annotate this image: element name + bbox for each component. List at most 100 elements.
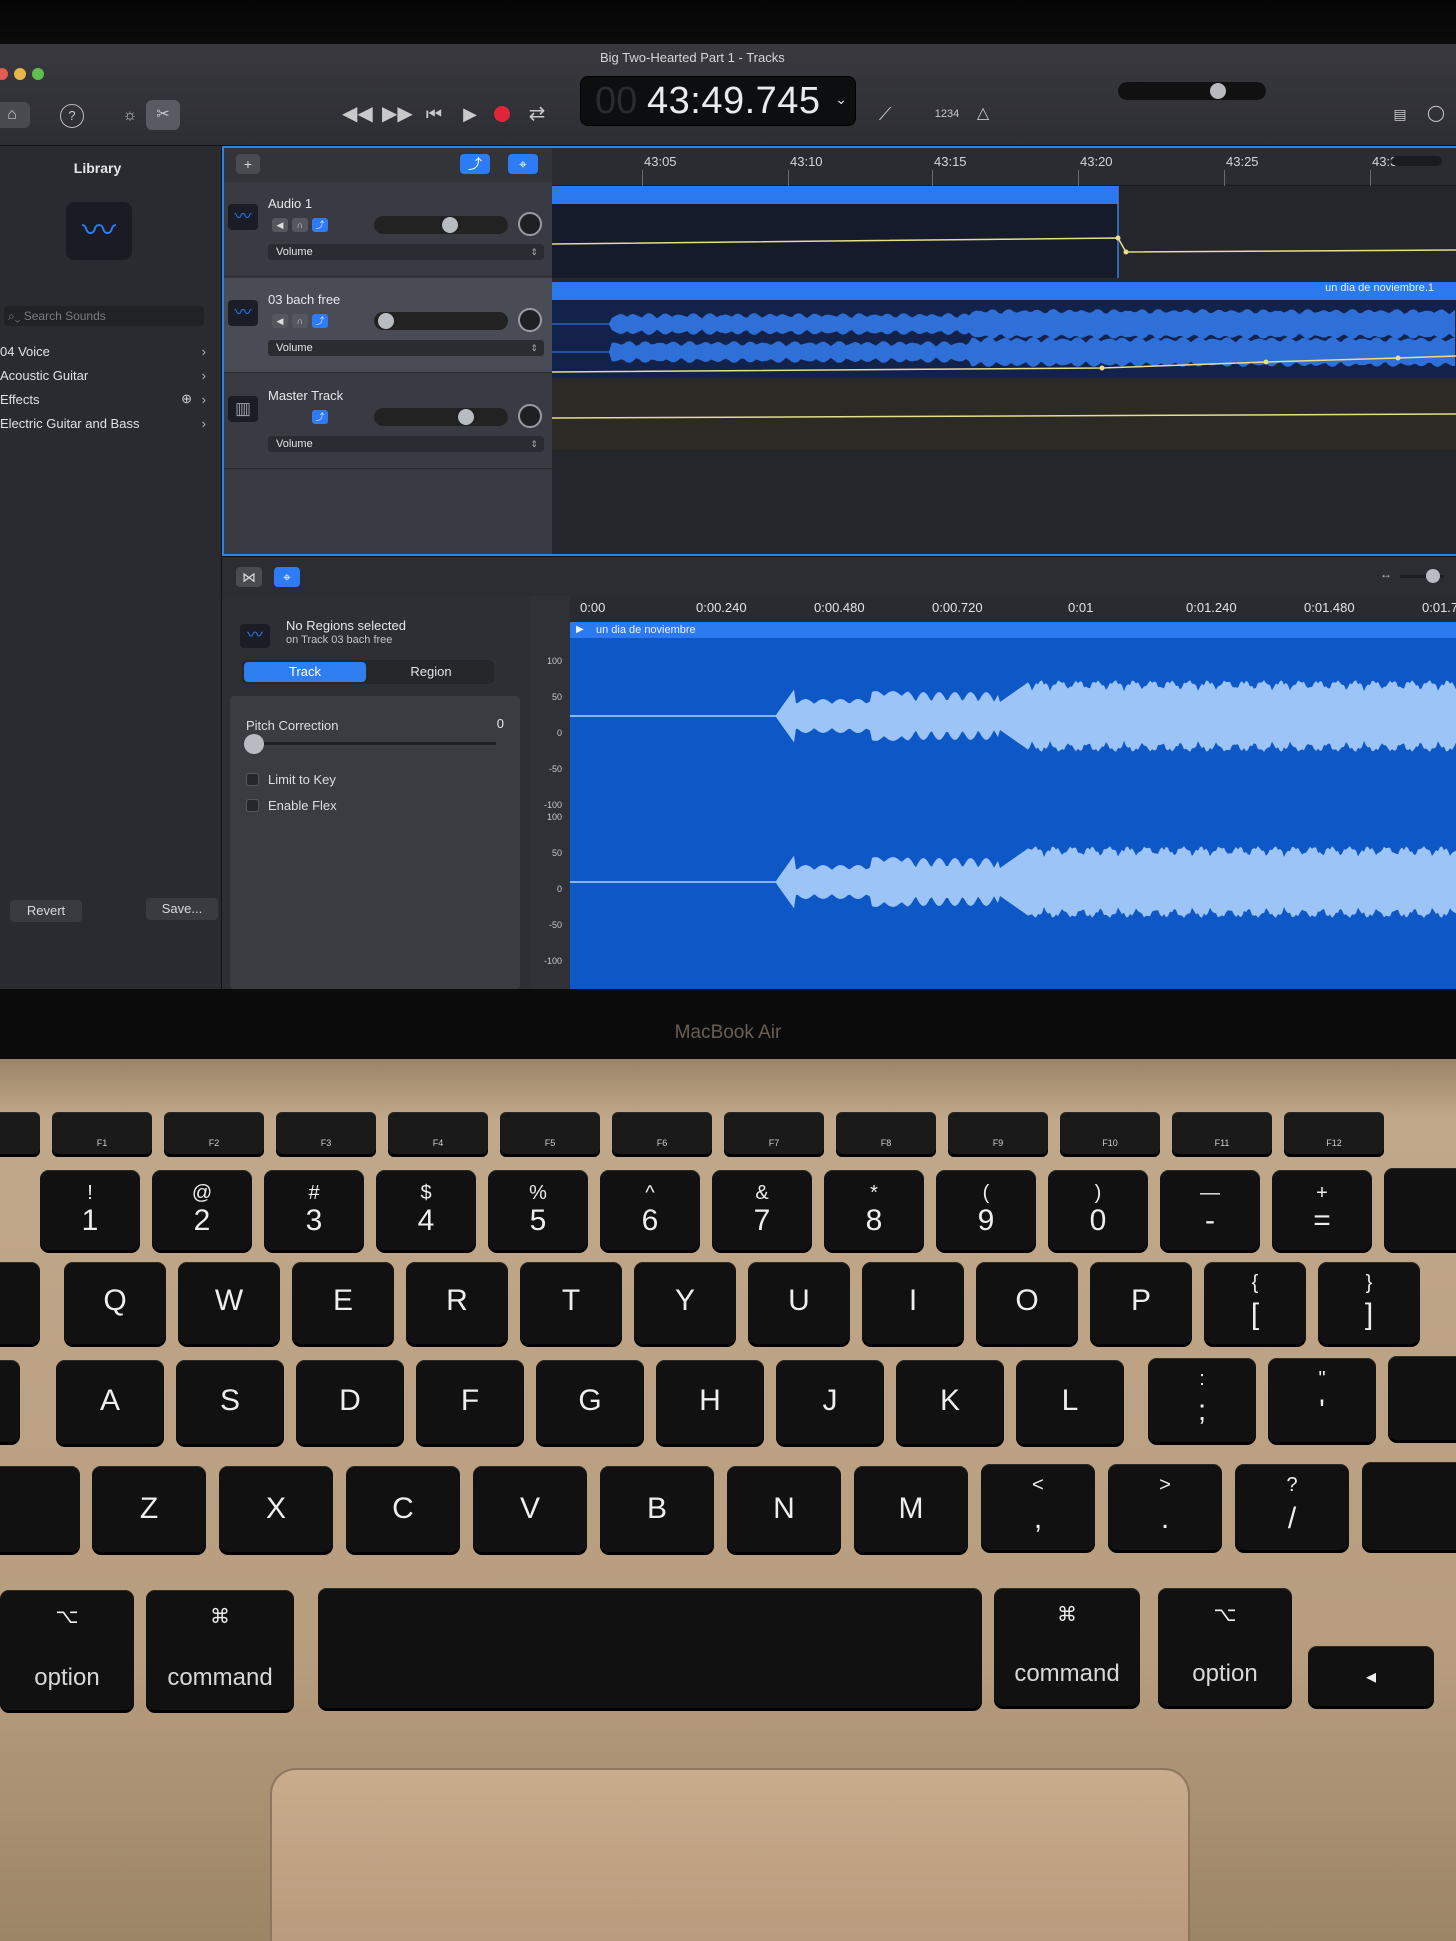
automation-select[interactable]: Volume ⇕ (268, 340, 544, 356)
key-r[interactable]: R (406, 1262, 508, 1344)
lcd-display[interactable]: 00 43:49.745 ⌄ (580, 76, 856, 126)
track-master[interactable]: ▥ Master Track ⤴ Volume ⇕ (224, 374, 552, 469)
key-4[interactable]: $4 (376, 1170, 476, 1250)
key-u[interactable]: U (748, 1262, 850, 1344)
track-03-bach-free[interactable]: 〰 03 bach free ◀ ∩ ⤴ Volume ⇕ (224, 278, 552, 373)
key-f2[interactable]: F2 (164, 1112, 264, 1154)
key-1[interactable]: ! 1 (40, 1170, 140, 1250)
track-audio-1[interactable]: 〰 Audio 1 ◀ ∩ ⤴ Volume ⇕ (224, 182, 552, 277)
track-automation-button[interactable]: ⤴ (312, 410, 328, 424)
key-t[interactable]: T (520, 1262, 622, 1344)
key-f4[interactable]: F4 (388, 1112, 488, 1154)
checkbox[interactable] (246, 799, 259, 812)
editor-ruler[interactable]: 0:00 0:00.240 0:00.480 0:00.720 0:01 0:0… (570, 596, 1456, 622)
key-m[interactable]: M (854, 1466, 968, 1552)
library-item-voice[interactable]: 04 Voice › (0, 344, 212, 359)
key-return[interactable] (1388, 1356, 1456, 1440)
key-command-left[interactable]: ⌘ command (146, 1590, 294, 1710)
key-f3[interactable]: F3 (276, 1112, 376, 1154)
key-y[interactable]: Y (634, 1262, 736, 1344)
key-f6[interactable]: F6 (612, 1112, 712, 1154)
key-9[interactable]: (9 (936, 1170, 1036, 1250)
revert-button[interactable]: Revert (10, 900, 82, 922)
key-0[interactable]: ) 0 (1048, 1170, 1148, 1250)
slider-knob[interactable] (1210, 83, 1226, 99)
key-f12[interactable]: F12 (1284, 1112, 1384, 1154)
automation-button[interactable]: ⤴ (460, 154, 490, 174)
track-automation-button[interactable]: ⤴ (312, 218, 328, 232)
cycle-button[interactable]: ⇄ (524, 102, 550, 126)
key-8[interactable]: * 8 (824, 1170, 924, 1250)
key-e[interactable]: E (292, 1262, 394, 1344)
tab-track[interactable]: Track (244, 662, 366, 682)
key-shift-left[interactable] (0, 1466, 80, 1552)
slider-knob[interactable] (458, 409, 474, 425)
key-f9[interactable]: F9 (948, 1112, 1048, 1154)
key-5[interactable]: % 5 (488, 1170, 588, 1250)
save-button[interactable]: Save... (146, 898, 218, 920)
key-2[interactable]: @2 (152, 1170, 252, 1250)
fast-forward-button[interactable]: ▶▶ (382, 102, 413, 126)
add-track-button[interactable]: + (236, 154, 260, 174)
key-f10[interactable]: F10 (1060, 1112, 1160, 1154)
key-space[interactable] (318, 1588, 982, 1708)
key-l[interactable]: L (1016, 1360, 1124, 1444)
automation-select[interactable]: Volume ⇕ (268, 436, 544, 452)
slider-knob[interactable] (1426, 569, 1440, 583)
key-tab[interactable] (0, 1262, 40, 1344)
key-v[interactable]: V (473, 1466, 587, 1552)
key-delete[interactable] (1384, 1168, 1456, 1250)
key-f8[interactable]: F8 (836, 1112, 936, 1154)
rewind-button[interactable]: ◀◀ (342, 102, 373, 126)
smart-controls-tab[interactable]: ⋈ (236, 567, 262, 587)
key-z[interactable]: Z (92, 1466, 206, 1552)
key-punct-bottom-2[interactable]: ? / (1235, 1464, 1349, 1550)
record-button[interactable] (494, 106, 510, 122)
key-option-left[interactable]: ⌥ option (0, 1590, 134, 1710)
editors-button[interactable]: ✂ (146, 100, 180, 130)
slider-knob[interactable] (244, 734, 264, 754)
mute-button[interactable]: ◀ (272, 314, 288, 328)
close-window-button[interactable] (0, 68, 8, 80)
trackpad[interactable] (270, 1768, 1190, 1941)
track-automation-button[interactable]: ⤴ (312, 314, 328, 328)
slider-knob[interactable] (442, 217, 458, 233)
key-g[interactable]: G (536, 1360, 644, 1444)
key-p[interactable]: P (1090, 1262, 1192, 1344)
chevron-down-icon[interactable]: ⌄ (835, 91, 847, 108)
slider-knob[interactable] (378, 313, 394, 329)
key-command-right[interactable]: ⌘ command (994, 1588, 1140, 1706)
lane-03-bach-free[interactable]: un dia de noviembre.1 (551, 282, 1456, 378)
key-sc[interactable]: sc (0, 1112, 40, 1154)
key-f5[interactable]: F5 (500, 1112, 600, 1154)
minimize-window-button[interactable] (14, 68, 26, 80)
play-button[interactable]: ▶ (458, 102, 482, 126)
solo-button[interactable]: ∩ (292, 218, 308, 232)
smart-controls-button[interactable]: ☼ (118, 104, 142, 128)
solo-button[interactable]: ∩ (292, 314, 308, 328)
key-6[interactable]: ^ 6 (600, 1170, 700, 1250)
key-option-right[interactable]: ⌥ option (1158, 1588, 1292, 1706)
enable-flex-checkbox[interactable]: Enable Flex (246, 798, 446, 814)
key-caps[interactable] (0, 1360, 20, 1442)
key-=[interactable]: + = (1272, 1170, 1372, 1250)
key-7[interactable]: & 7 (712, 1170, 812, 1250)
zoom-window-button[interactable] (32, 68, 44, 80)
pan-knob[interactable] (518, 308, 542, 332)
key-w[interactable]: W (178, 1262, 280, 1344)
track-volume-slider[interactable] (374, 408, 508, 426)
library-toggle-button[interactable]: ⌂ (0, 102, 30, 128)
key-k[interactable]: K (896, 1360, 1004, 1444)
key-n[interactable]: N (727, 1466, 841, 1552)
help-button[interactable]: ? (60, 104, 84, 128)
key--[interactable]: — - (1160, 1170, 1260, 1250)
mute-button[interactable]: ◀ (272, 218, 288, 232)
play-region-icon[interactable]: ▶ (576, 622, 584, 638)
key-bracket-0[interactable]: {[ (1204, 1262, 1306, 1344)
key-c[interactable]: C (346, 1466, 460, 1552)
key-b[interactable]: B (600, 1466, 714, 1552)
key-q[interactable]: Q (64, 1262, 166, 1344)
checkbox[interactable] (246, 773, 259, 786)
library-item-effects[interactable]: Effects ⊕ › (0, 391, 212, 407)
key-o[interactable]: O (976, 1262, 1078, 1344)
